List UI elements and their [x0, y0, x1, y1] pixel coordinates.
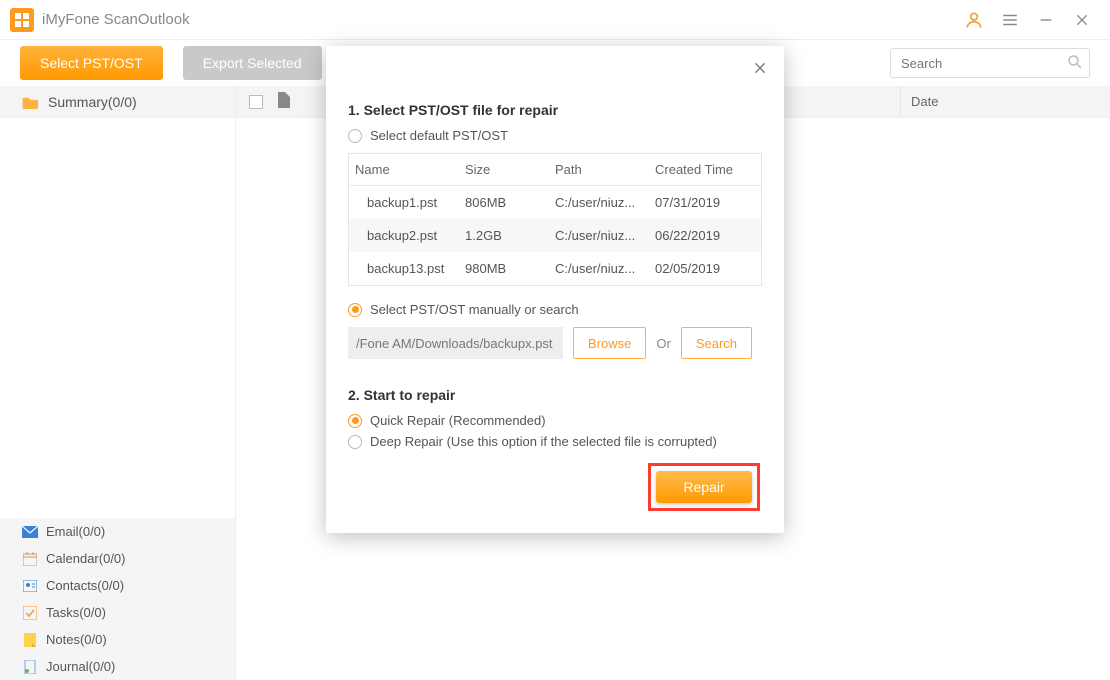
modal-overlay: 1. Select PST/OST file for repair Select…	[0, 40, 1110, 680]
radio-select-default[interactable]: Select default PST/OST	[348, 128, 762, 143]
app-logo-icon	[10, 8, 34, 32]
radio-deep-repair[interactable]: Deep Repair (Use this option if the sele…	[348, 434, 762, 449]
manual-path-row: Browse Or Search	[348, 327, 762, 359]
repair-highlight: Repair	[648, 463, 760, 511]
radio-icon	[348, 303, 362, 317]
radio-quick-repair[interactable]: Quick Repair (Recommended)	[348, 413, 762, 428]
radio-select-manual[interactable]: Select PST/OST manually or search	[348, 302, 762, 317]
repair-button[interactable]: Repair	[656, 471, 752, 503]
col-path: Path	[549, 154, 649, 185]
search-button[interactable]: Search	[681, 327, 752, 359]
radio-label: Quick Repair (Recommended)	[370, 413, 546, 428]
radio-icon	[348, 435, 362, 449]
close-icon[interactable]	[1064, 2, 1100, 38]
section1-title: 1. Select PST/OST file for repair	[348, 102, 762, 118]
or-text: Or	[656, 336, 670, 351]
radio-label: Select default PST/OST	[370, 128, 508, 143]
browse-button[interactable]: Browse	[573, 327, 646, 359]
col-name: Name	[349, 154, 459, 185]
table-row[interactable]: backup1.pst 806MB C:/user/niuz... 07/31/…	[349, 186, 761, 219]
user-icon[interactable]	[956, 2, 992, 38]
radio-label: Deep Repair (Use this option if the sele…	[370, 434, 717, 449]
col-size: Size	[459, 154, 549, 185]
select-file-modal: 1. Select PST/OST file for repair Select…	[326, 46, 784, 533]
path-input[interactable]	[348, 327, 563, 359]
radio-icon	[348, 129, 362, 143]
menu-icon[interactable]	[992, 2, 1028, 38]
table-row[interactable]: backup2.pst 1.2GB C:/user/niuz... 06/22/…	[349, 219, 761, 252]
radio-label: Select PST/OST manually or search	[370, 302, 579, 317]
col-time: Created Time	[649, 154, 759, 185]
modal-close-icon[interactable]	[748, 56, 772, 80]
table-row[interactable]: backup13.pst 980MB C:/user/niuz... 02/05…	[349, 252, 761, 285]
table-head: Name Size Path Created Time	[349, 154, 761, 186]
app-title: iMyFone ScanOutlook	[42, 11, 190, 28]
radio-icon	[348, 414, 362, 428]
minimize-icon[interactable]	[1028, 2, 1064, 38]
section2-title: 2. Start to repair	[348, 387, 762, 403]
default-files-table: Name Size Path Created Time backup1.pst …	[348, 153, 762, 286]
titlebar: iMyFone ScanOutlook	[0, 0, 1110, 40]
